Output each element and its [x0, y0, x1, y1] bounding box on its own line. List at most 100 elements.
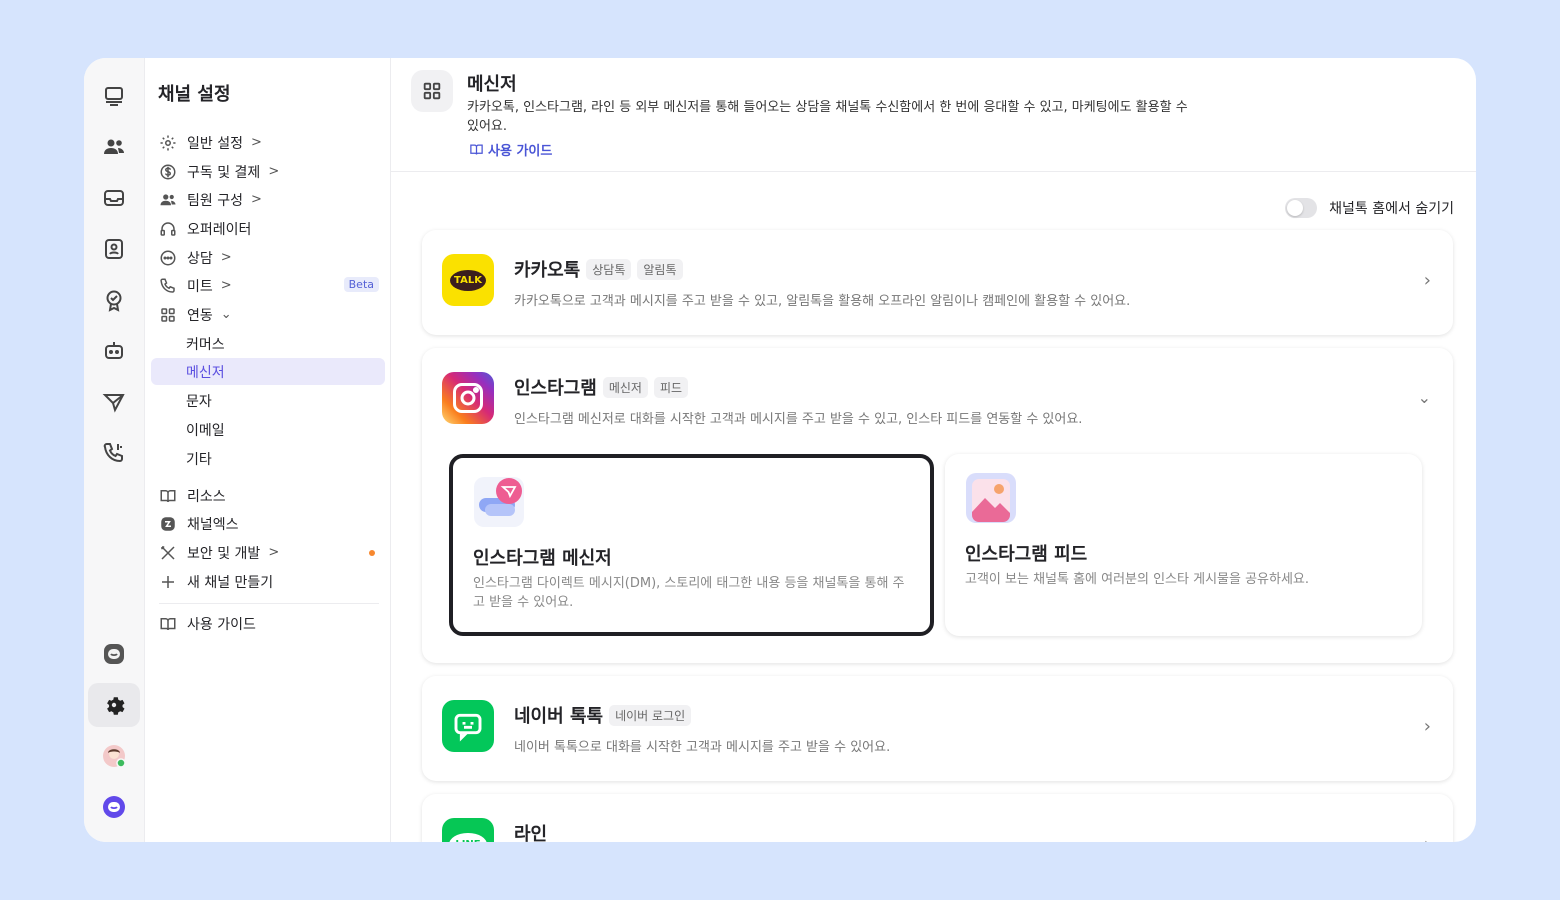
- chevron-right-icon: >: [268, 164, 280, 179]
- menu-item-label: 새 채널 만들기: [187, 574, 274, 591]
- menu-item-guide[interactable]: 사용 가이드: [151, 610, 385, 637]
- rail-contacts-icon[interactable]: [88, 125, 140, 169]
- card-description: 카카오톡으로 고객과 메시지를 주고 받을 수 있고, 알림톡을 활용해 오프라…: [514, 294, 1131, 309]
- menu-item-channelx[interactable]: 채널엑스: [151, 510, 385, 537]
- page-description: 카카오톡, 인스타그램, 라인 등 외부 메신저를 통해 들어오는 상담을 채널…: [467, 100, 1188, 134]
- grid-icon: [411, 70, 453, 112]
- notification-dot: [369, 550, 375, 556]
- submenu-item-messenger[interactable]: 메신저: [151, 358, 385, 385]
- guide-link[interactable]: 사용 가이드: [469, 140, 552, 159]
- rail-tray-icon[interactable]: [88, 176, 140, 220]
- plus-icon: [159, 573, 177, 591]
- card-name: 카카오톡 상담톡 알림톡: [514, 256, 683, 282]
- gear-icon: [159, 134, 177, 152]
- rail-send-icon[interactable]: [88, 380, 140, 424]
- rail-inbox-icon[interactable]: [88, 74, 140, 118]
- menu-item-label: 팀원 구성: [187, 192, 243, 209]
- menu-item-label: 구독 및 결제: [187, 164, 261, 181]
- page-title: 메신저: [467, 74, 517, 95]
- rail-settings-icon[interactable]: [88, 683, 140, 727]
- kakaotalk-logo-icon: TALK: [442, 254, 494, 306]
- submenu-item-etc[interactable]: 기타: [151, 445, 385, 472]
- submenu-item-label: 커머스: [186, 336, 225, 353]
- main-content: 메신저 카카오톡, 인스타그램, 라인 등 외부 메신저를 통해 들어오는 상담…: [391, 58, 1476, 842]
- menu-item-label: 사용 가이드: [187, 616, 256, 633]
- hide-in-home-toggle-row: 채널톡 홈에서 숨기기: [1285, 198, 1454, 218]
- menu-item-label: 미트: [187, 278, 213, 295]
- chevron-right-icon: >: [250, 135, 262, 150]
- rail-call-icon[interactable]: [88, 431, 140, 475]
- submenu-item-label: 기타: [186, 451, 212, 468]
- kakao-card[interactable]: TALK 카카오톡 상담톡 알림톡 카카오톡으로 고객과 메시지를 주고 받을 …: [422, 230, 1453, 335]
- option-description: 고객이 보는 채널톡 홈에 여러분의 인스타 게시물을 공유하세요.: [965, 572, 1310, 587]
- chevron-right-icon: ›: [1423, 716, 1431, 737]
- menu-item-consult[interactable]: 상담 >: [151, 244, 385, 271]
- menu-item-label: 보안 및 개발: [187, 545, 261, 562]
- menu-divider: [159, 603, 379, 604]
- tag: 알림톡: [637, 258, 683, 280]
- rail-avatar[interactable]: [88, 734, 140, 778]
- card-title: 라인: [514, 824, 548, 842]
- instagram-messenger-option[interactable]: 인스타그램 메신저 인스타그램 다이렉트 메시지(DM), 스토리에 태그한 내…: [449, 454, 934, 636]
- menu-item-label: 채널엑스: [187, 516, 239, 533]
- menu-item-operator[interactable]: 오퍼레이터: [151, 215, 385, 242]
- chevron-right-icon: >: [268, 545, 280, 560]
- tag: 네이버 로그인: [609, 704, 692, 726]
- line-card[interactable]: LINE 라인 ›: [422, 794, 1453, 842]
- option-title: 인스타그램 메신저: [473, 548, 612, 569]
- book-icon: [470, 144, 483, 155]
- option-title: 인스타그램 피드: [965, 544, 1088, 565]
- card-title: 인스타그램: [514, 378, 597, 399]
- chat-dots-icon: [159, 249, 177, 267]
- tag: 상담톡: [586, 258, 632, 280]
- instagram-messenger-icon: [473, 476, 525, 528]
- hide-in-home-toggle[interactable]: [1285, 198, 1318, 218]
- card-name: 라인: [514, 820, 547, 842]
- people-icon: [159, 191, 177, 209]
- menu-item-label: 연동: [187, 307, 213, 324]
- phone-icon: [159, 277, 177, 295]
- tools-icon: [159, 544, 177, 562]
- rail-channel-icon[interactable]: [88, 632, 140, 676]
- dollar-icon: [159, 163, 177, 181]
- chevron-down-icon[interactable]: ⌄: [1418, 388, 1431, 407]
- naver-talktalk-card[interactable]: 네이버 톡톡 네이버 로그인 네이버 톡톡으로 대화를 시작한 고객과 메시지를…: [422, 676, 1453, 781]
- chevron-right-icon: >: [220, 278, 232, 293]
- chevron-right-icon: >: [250, 192, 262, 207]
- menu-item-meet[interactable]: 미트 > Beta: [151, 272, 385, 299]
- instagram-feed-option[interactable]: 인스타그램 피드 고객이 보는 채널톡 홈에 여러분의 인스타 게시물을 공유하…: [945, 454, 1422, 636]
- app-window: 채널 설정 일반 설정 > 구독 및 결제 > 팀원 구성 > 오퍼레이터 상담 > 미…: [84, 58, 1476, 842]
- rail-bot-icon[interactable]: [88, 329, 140, 373]
- submenu-item-sms[interactable]: 문자: [151, 387, 385, 414]
- menu-item-label: 리소스: [187, 488, 226, 505]
- hide-in-home-label: 채널톡 홈에서 숨기기: [1329, 201, 1454, 217]
- card-title: 네이버 톡톡: [514, 706, 604, 727]
- rail-badge-icon[interactable]: [88, 278, 140, 322]
- page-header: 메신저 카카오톡, 인스타그램, 라인 등 외부 메신저를 통해 들어오는 상담…: [391, 58, 1476, 172]
- menu-item-team[interactable]: 팀원 구성 >: [151, 186, 385, 213]
- menu-item-new-channel[interactable]: 새 채널 만들기: [151, 568, 385, 595]
- menu-item-billing[interactable]: 구독 및 결제 >: [151, 158, 385, 185]
- menu-item-security-dev[interactable]: 보안 및 개발 >: [151, 539, 385, 566]
- instagram-logo-icon: [442, 372, 494, 424]
- card-description: 네이버 톡톡으로 대화를 시작한 고객과 메시지를 주고 받을 수 있어요.: [514, 740, 891, 755]
- rail-channeltalk-logo-icon[interactable]: [88, 785, 140, 829]
- menu-title: 채널 설정: [158, 84, 231, 105]
- card-title: 카카오톡: [514, 260, 581, 281]
- menu-item-label: 오퍼레이터: [187, 221, 252, 238]
- menu-item-integration[interactable]: 연동 ⌄: [151, 301, 385, 328]
- submenu-item-email[interactable]: 이메일: [151, 416, 385, 443]
- submenu-item-commerce[interactable]: 커머스: [151, 330, 385, 357]
- line-logo-text: LINE: [449, 832, 487, 842]
- naver-talktalk-logo-icon: [442, 700, 494, 752]
- instagram-card[interactable]: 인스타그램 메신저 피드 인스타그램 메신저로 대화를 시작한 고객과 메시지를…: [422, 348, 1453, 663]
- card-name: 인스타그램 메신저 피드: [514, 374, 689, 400]
- menu-item-label: 일반 설정: [187, 135, 243, 152]
- tag: 피드: [653, 376, 689, 398]
- icon-rail: [84, 58, 145, 842]
- menu-item-resource[interactable]: 리소스: [151, 482, 385, 509]
- rail-profile-icon[interactable]: [88, 227, 140, 271]
- menu-item-label: 상담: [187, 250, 213, 267]
- book-icon: [159, 615, 177, 633]
- menu-item-general[interactable]: 일반 설정 >: [151, 129, 385, 156]
